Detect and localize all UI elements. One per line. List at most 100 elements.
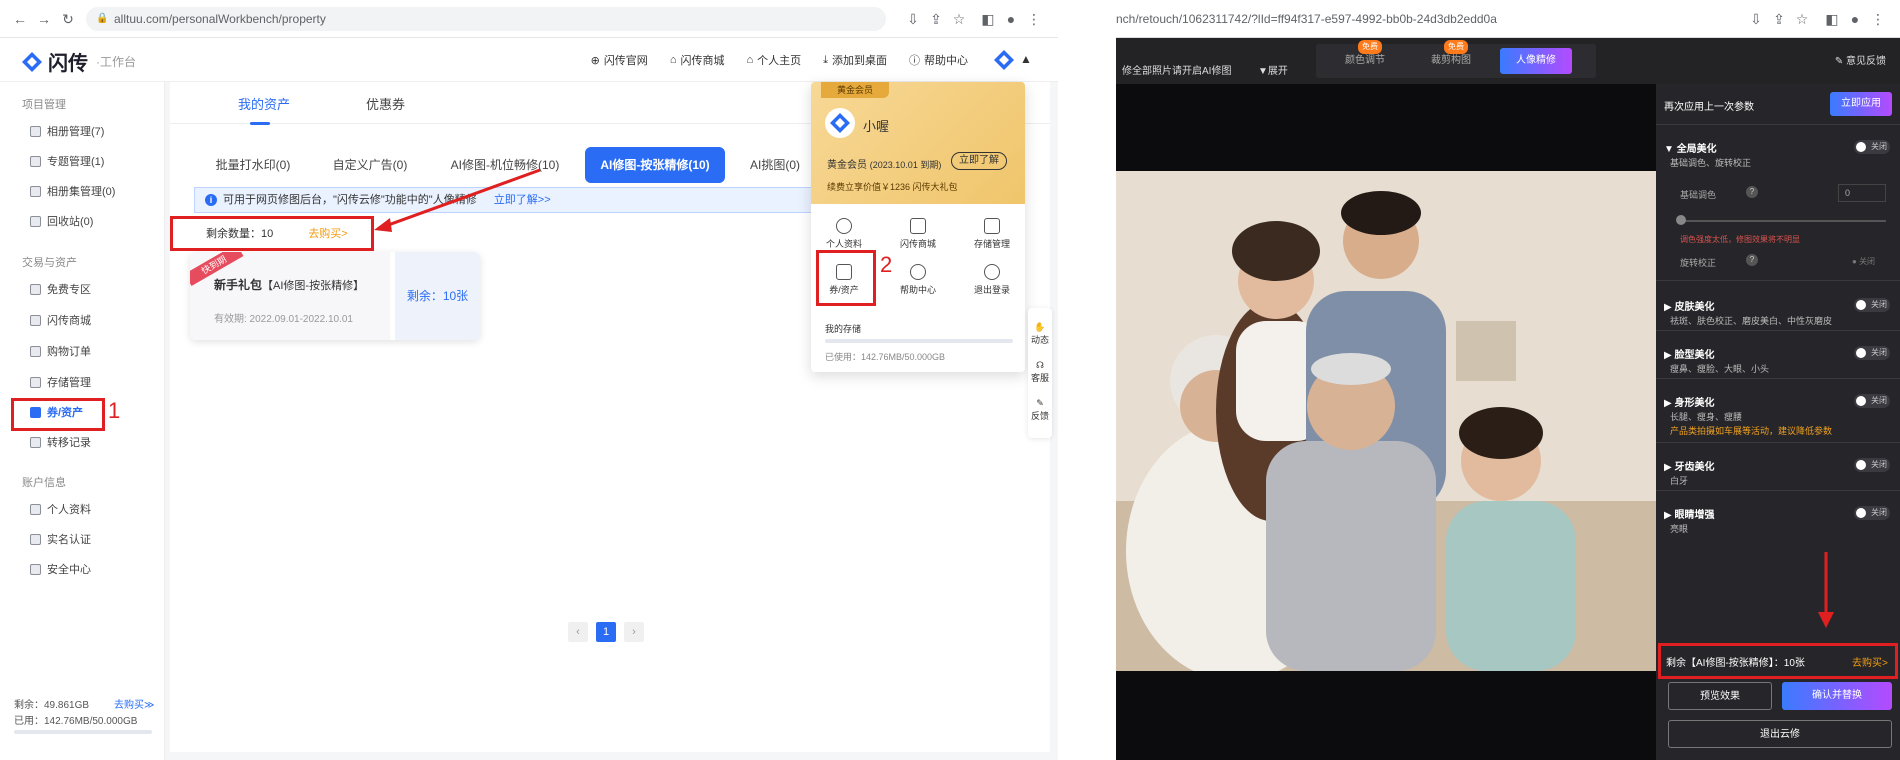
url-text-right[interactable]: nch/retouch/1062311742/?lId=ff94f317-e59… <box>1116 7 1756 31</box>
exit-retouch-button[interactable]: 退出云修 <box>1668 720 1892 748</box>
tab-crop[interactable]: 免费 裁剪构图 <box>1412 40 1490 74</box>
side-tool-feedback[interactable]: ✎ 反馈 <box>1028 398 1052 422</box>
user-icon <box>30 503 41 515</box>
bag-icon <box>910 218 926 234</box>
storage-buy-link[interactable]: 去购买≫ <box>114 696 154 711</box>
menu-storage[interactable]: 存储管理 <box>967 218 1017 250</box>
nav-shop[interactable]: ⌂ 闪传商城 <box>670 52 725 68</box>
nav-help[interactable]: ⓘ 帮助中心 <box>909 52 968 68</box>
confirm-replace-button[interactable]: 确认并替换 <box>1782 682 1892 710</box>
pill-ai-per-photo[interactable]: AI修图-按张精修(10) <box>585 147 725 183</box>
sidebar-item-storage[interactable]: 存储管理 <box>30 373 91 391</box>
page-number[interactable]: 1 <box>596 622 616 642</box>
sidebar-item-free[interactable]: 免费专区 <box>30 280 91 298</box>
feedback-link[interactable]: ✎ 意见反馈 <box>1835 52 1886 67</box>
info-icon <box>910 264 926 280</box>
forward-icon[interactable]: → <box>36 11 52 27</box>
reload-icon[interactable]: ↻ <box>60 11 76 27</box>
menu-logout[interactable]: 退出登录 <box>967 264 1017 296</box>
address-bar[interactable]: 🔒 alltuu.com/personalWorkbench/property <box>86 7 886 31</box>
sidebar-item-verify[interactable]: 实名认证 <box>30 530 91 548</box>
nav-homepage[interactable]: ⌂ 个人主页 <box>746 52 801 68</box>
learn-member-button[interactable]: 立即了解 <box>951 152 1007 170</box>
star-icon[interactable]: ☆ <box>951 11 967 27</box>
menu-icon[interactable]: ⋮ <box>1870 11 1886 27</box>
eyes-toggle[interactable]: 关闭 <box>1854 506 1890 520</box>
menu-profile[interactable]: 个人资料 <box>819 218 869 250</box>
help-icon[interactable]: ? <box>1746 186 1758 198</box>
side-tool-service[interactable]: ☊ 客服 <box>1028 360 1052 384</box>
next-page-button[interactable]: › <box>624 622 644 642</box>
photo-canvas[interactable] <box>1116 84 1656 760</box>
install-icon[interactable]: ⇩ <box>905 11 921 27</box>
retouch-header: 修全部照片请开启AI修图 ▼展开 免费 颜色调节 免费 裁剪构图 人像精修 ✎ 意见… <box>1116 38 1900 84</box>
section-body[interactable]: ▶ 身形美化 <box>1664 394 1714 409</box>
section-global[interactable]: ▼ 全局美化 <box>1664 140 1717 155</box>
star-icon[interactable]: ☆ <box>1794 11 1810 27</box>
storage-progress <box>825 339 1013 343</box>
transfer-icon <box>30 436 41 448</box>
menu-icon[interactable]: ⋮ <box>1026 11 1042 27</box>
global-toggle[interactable]: 关闭 <box>1854 140 1890 154</box>
profile-icon[interactable]: ● <box>1003 11 1019 27</box>
prev-page-button[interactable]: ‹ <box>568 622 588 642</box>
pill-watermark[interactable]: 批量打水印(0) <box>198 147 308 183</box>
sidebar-item-security[interactable]: 安全中心 <box>30 560 91 578</box>
sidepanel-icon[interactable]: ◧ <box>1824 11 1840 27</box>
share-icon[interactable]: ⇪ <box>928 11 944 27</box>
section-face[interactable]: ▶ 脸型美化 <box>1664 346 1714 361</box>
sidebar-item-orders[interactable]: 购物订单 <box>30 342 91 360</box>
section-skin[interactable]: ▶ 皮肤美化 <box>1664 298 1714 313</box>
section-face-desc: 瘦鼻、瘦脸、大眼、小头 <box>1670 364 1770 374</box>
coupon-card[interactable]: 快到期 新手礼包【AI修图-按张精修】 有效期: 2022.09.01-2022… <box>190 252 480 340</box>
teeth-toggle[interactable]: 关闭 <box>1854 458 1890 472</box>
tone-warning: 调色强度太低，修图效果将不明显 <box>1680 235 1800 244</box>
apply-now-button[interactable]: 立即应用 <box>1830 92 1892 116</box>
share-icon[interactable]: ⇪ <box>1771 11 1787 27</box>
tab-color-adjust[interactable]: 免费 颜色调节 <box>1326 40 1404 74</box>
sidebar-item-transfer[interactable]: 转移记录 <box>30 433 91 451</box>
sidebar-item-albums[interactable]: 相册管理(7) <box>30 122 104 140</box>
basic-tone-input[interactable]: 0 <box>1838 184 1886 202</box>
profile-icon[interactable]: ● <box>1847 11 1863 27</box>
nav-official-site[interactable]: ⊕ 闪传官网 <box>591 52 648 68</box>
tone-slider-handle[interactable] <box>1676 215 1686 225</box>
rotate-toggle[interactable]: ● 关闭 <box>1852 256 1875 267</box>
avatar-logo-icon[interactable] <box>992 48 1016 72</box>
sidebar-item-shop[interactable]: 闪传商城 <box>30 311 91 329</box>
panel-buy-link[interactable]: 去购买> <box>1852 654 1888 669</box>
section-teeth[interactable]: ▶ 牙齿美化 <box>1664 458 1714 473</box>
menu-help[interactable]: 帮助中心 <box>893 264 943 296</box>
menu-shop[interactable]: 闪传商城 <box>893 218 943 250</box>
expand-toggle[interactable]: ▼展开 <box>1258 62 1288 77</box>
sidebar-item-album-sets[interactable]: 相册集管理(0) <box>30 182 115 200</box>
sidebar-item-recycle[interactable]: 回收站(0) <box>30 212 93 230</box>
top-nav: ⊕ 闪传官网 ⌂ 闪传商城 ⌂ 个人主页 ⤓ 添加到桌面 ⓘ 帮助中心 <box>591 38 968 82</box>
tab-my-assets[interactable]: 我的资产 <box>238 94 290 125</box>
body-toggle[interactable]: 关闭 <box>1854 394 1890 408</box>
back-icon[interactable]: ← <box>12 11 28 27</box>
sidepanel-icon[interactable]: ◧ <box>980 11 996 27</box>
logo[interactable]: 闪传 ·工作台 <box>20 47 136 76</box>
skin-toggle[interactable]: 关闭 <box>1854 298 1890 312</box>
section-eyes[interactable]: ▶ 眼睛增强 <box>1664 506 1714 521</box>
preview-button[interactable]: 预览效果 <box>1668 682 1772 710</box>
face-toggle[interactable]: 关闭 <box>1854 346 1890 360</box>
install-icon[interactable]: ⇩ <box>1748 11 1764 27</box>
shield-icon <box>30 563 41 575</box>
coupon-title: 新手礼包【AI修图-按张精修】 <box>214 278 365 292</box>
tab-coupons[interactable]: 优惠券 <box>366 94 405 113</box>
side-tool-activity[interactable]: ✋ 动态 <box>1028 322 1052 346</box>
sidebar-item-profile[interactable]: 个人资料 <box>30 500 91 518</box>
caret-up-icon[interactable]: ▲ <box>1020 52 1032 66</box>
browser-toolbar: ← → ↻ 🔒 alltuu.com/personalWorkbench/pro… <box>0 0 1058 38</box>
tab-portrait-retouch[interactable]: 人像精修 <box>1500 48 1572 74</box>
annotation-box-2 <box>816 250 876 306</box>
sidebar-item-topics[interactable]: 专题管理(1) <box>30 152 104 170</box>
help-icon[interactable]: ? <box>1746 254 1758 266</box>
tab-underline <box>250 122 270 125</box>
nav-add-desktop[interactable]: ⤓ 添加到桌面 <box>823 52 887 68</box>
tone-slider[interactable] <box>1680 220 1886 222</box>
annotation-number-1: 1 <box>108 398 121 423</box>
pill-ai-pick[interactable]: AI挑图(0) <box>740 147 810 183</box>
